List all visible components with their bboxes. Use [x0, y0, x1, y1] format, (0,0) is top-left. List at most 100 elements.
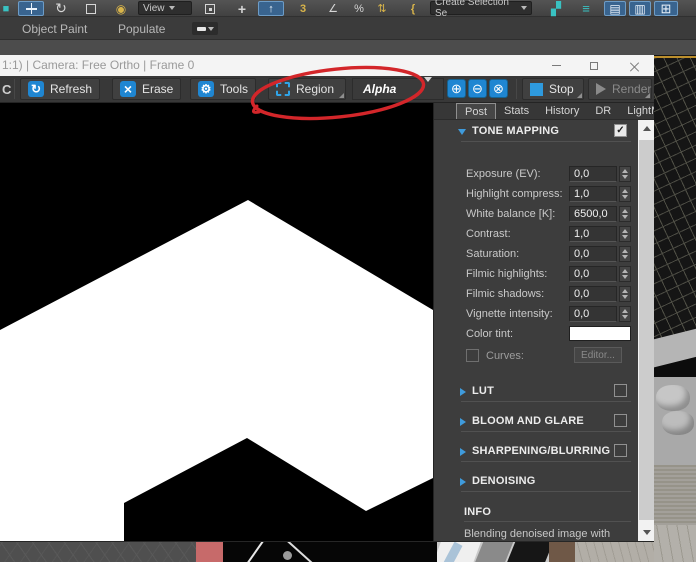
filmic-shadows-input[interactable]: 0,0	[569, 286, 617, 302]
render-canvas-alpha-channel[interactable]	[0, 103, 433, 541]
vfb-toolbar: C ↻ Refresh × Erase ⚙ Tools Region Alpha	[0, 76, 654, 103]
alpha-image	[0, 103, 433, 541]
section-sharpening-blurring[interactable]: SHARPENING/BLURRING	[434, 444, 638, 459]
angle-snap-icon[interactable]: ∠	[320, 1, 346, 16]
move-icon	[26, 3, 37, 14]
vignette-intensity-input[interactable]: 0,0	[569, 306, 617, 322]
field-row: Saturation: 0,0	[434, 246, 638, 262]
exposure-spinner[interactable]	[619, 166, 631, 182]
snap-toggle-3d-icon[interactable]: 3	[290, 1, 316, 16]
minimize-button[interactable]	[545, 55, 567, 76]
bloom-glare-checkbox[interactable]	[614, 414, 627, 427]
named-selection-dropdown[interactable]: Create Selection Se	[430, 1, 532, 15]
snap-fragment-icon[interactable]: ■	[0, 1, 12, 16]
section-title: BLOOM AND GLARE	[472, 415, 584, 427]
tab-history[interactable]: History	[537, 103, 587, 119]
tone-mapping-checkbox[interactable]: ✓	[614, 124, 627, 137]
keyboard-override-toggle[interactable]: ↑	[258, 1, 284, 16]
tab-post[interactable]: Post	[456, 103, 496, 119]
select-move-button[interactable]	[18, 1, 44, 16]
vfb-titlebar[interactable]: 1:1) | Camera: Free Ortho | Frame 0	[0, 55, 654, 76]
zoom-out-button[interactable]: ⊖	[468, 79, 487, 98]
scene-explorer-toggle[interactable]: ▤	[604, 1, 626, 16]
field-label: White balance [K]:	[466, 208, 555, 220]
close-button[interactable]	[623, 55, 645, 76]
saturation-input[interactable]: 0,0	[569, 246, 617, 262]
lut-checkbox[interactable]	[614, 384, 627, 397]
stop-render-button[interactable]: Stop	[522, 78, 584, 100]
exposure-input[interactable]: 0,0	[569, 166, 617, 182]
panel-scrollbar[interactable]	[638, 120, 654, 541]
section-tone-mapping[interactable]: TONE MAPPING ✓	[434, 124, 638, 139]
ribbon-tab-populate[interactable]: Populate	[118, 17, 165, 40]
highlight-compress-spinner[interactable]	[619, 186, 631, 202]
maximize-button[interactable]	[583, 55, 605, 76]
refresh-button[interactable]: ↻ Refresh	[20, 78, 100, 100]
edit-named-sets-icon[interactable]: {	[402, 1, 424, 16]
region-render-button[interactable]: Region	[268, 78, 346, 100]
ribbon-tab-object-paint[interactable]: Object Paint	[22, 17, 87, 40]
spinner-down-icon	[622, 255, 628, 259]
tab-stats[interactable]: Stats	[496, 103, 537, 119]
filmic-shadows-spinner[interactable]	[619, 286, 631, 302]
erase-button[interactable]: × Erase	[112, 78, 181, 100]
reference-coordinate-dropdown[interactable]: View	[138, 1, 192, 15]
field-label: Vignette intensity:	[466, 308, 553, 320]
panel-tab-bar: Post Stats History DR LightMix	[434, 103, 654, 120]
sharpening-checkbox[interactable]	[614, 444, 627, 457]
align-tool-icon[interactable]: ≡	[575, 1, 597, 16]
color-tint-swatch[interactable]	[569, 326, 631, 341]
vignette-intensity-spinner[interactable]	[619, 306, 631, 322]
ribbon-minimize-dropdown[interactable]	[192, 22, 218, 35]
section-lut[interactable]: LUT	[434, 384, 638, 399]
chevron-down-icon	[521, 6, 527, 10]
pivot-center-icon[interactable]	[198, 1, 222, 16]
contrast-input[interactable]: 1,0	[569, 226, 617, 242]
scroll-up-button[interactable]	[638, 120, 654, 137]
viewport-grid	[654, 58, 696, 348]
white-balance-input[interactable]: 6500,0	[569, 206, 617, 222]
filmic-highlights-input[interactable]: 0,0	[569, 266, 617, 282]
ribbon-toggle-button[interactable]: ⊞	[654, 1, 678, 16]
filmic-highlights-spinner[interactable]	[619, 266, 631, 282]
zoom-reset-button[interactable]: ⊗	[489, 79, 508, 98]
curves-editor-button[interactable]: Editor...	[574, 347, 622, 363]
spinner-snap-icon[interactable]: ⇅	[371, 1, 393, 16]
mirror-tool-icon[interactable]: ▞	[545, 1, 567, 16]
render-button[interactable]: Render	[588, 78, 652, 100]
section-bloom-and-glare[interactable]: BLOOM AND GLARE	[434, 414, 638, 429]
scrollbar-thumb[interactable]	[639, 140, 654, 520]
brown-patch	[549, 542, 575, 562]
field-row: Filmic highlights: 0,0	[434, 266, 638, 282]
layer-explorer-toggle[interactable]: ▥	[629, 1, 651, 16]
section-denoising[interactable]: DENOISING	[434, 474, 638, 489]
scroll-down-button[interactable]	[638, 524, 654, 541]
curves-checkbox[interactable]	[466, 349, 479, 362]
field-label: Contrast:	[466, 228, 511, 240]
field-label: Color tint:	[466, 328, 513, 340]
section-collapsed-icon	[460, 418, 466, 426]
saturation-spinner[interactable]	[619, 246, 631, 262]
white-edge-line	[242, 542, 267, 562]
contrast-spinner[interactable]	[619, 226, 631, 242]
tab-lightmix[interactable]: LightMix	[619, 103, 654, 119]
tab-dr[interactable]: DR	[587, 103, 619, 119]
chevron-down-icon	[169, 6, 175, 10]
percent-snap-icon[interactable]: %	[348, 1, 370, 16]
rotate-tool-icon[interactable]: ↻	[48, 1, 74, 16]
white-balance-spinner[interactable]	[619, 206, 631, 222]
zoom-in-button[interactable]: ⊕	[447, 79, 466, 98]
tools-button[interactable]: ⚙ Tools	[190, 78, 256, 100]
scene-couch-render	[654, 377, 696, 562]
section-title: SHARPENING/BLURRING	[472, 445, 610, 457]
viewport-background-bottom	[0, 541, 654, 562]
select-place-icon[interactable]: ◉	[108, 1, 134, 16]
red-scene-object	[196, 542, 223, 562]
scale-tool-icon[interactable]	[78, 1, 104, 16]
highlight-compress-input[interactable]: 1,0	[569, 186, 617, 202]
section-expanded-icon	[458, 129, 466, 135]
toolbar-separator	[14, 79, 15, 99]
spinner-up-icon	[622, 229, 628, 233]
channel-dropdown-arrow[interactable]	[424, 82, 432, 100]
select-manipulate-icon[interactable]: +	[230, 1, 254, 16]
